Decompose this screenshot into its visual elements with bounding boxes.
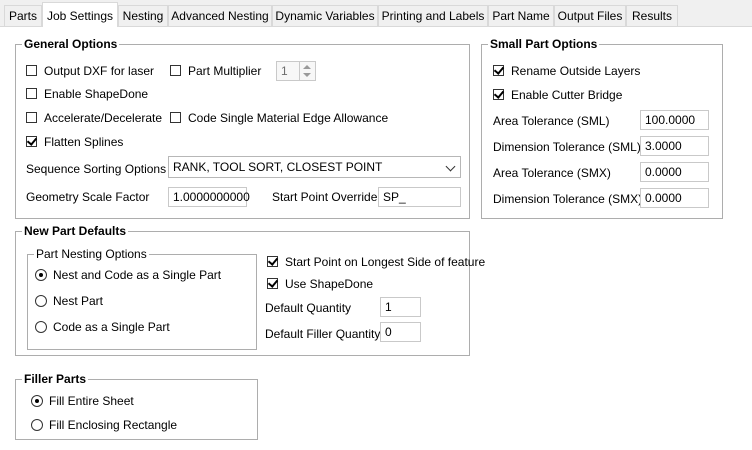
- nest-part-label: Nest Part: [53, 294, 104, 308]
- geometry-scale-label: Geometry Scale Factor: [26, 190, 150, 204]
- nest-and-code-single-label: Nest and Code as a Single Part: [53, 268, 222, 282]
- tab-dynamic-variables[interactable]: Dynamic Variables: [272, 5, 378, 26]
- checkbox-box: [170, 112, 181, 123]
- default-quantity-value: 1: [385, 300, 392, 314]
- radio-dot-icon: [35, 399, 39, 403]
- default-filler-quantity-value: 0: [385, 325, 392, 339]
- sequence-sorting-label: Sequence Sorting Options: [26, 162, 167, 176]
- checkbox-box: [267, 277, 279, 289]
- stepper-arrows-icon[interactable]: [299, 62, 315, 80]
- dimension-tolerance-sml-input[interactable]: 3.0000: [640, 136, 709, 156]
- default-filler-quantity-label: Default Filler Quantity: [265, 327, 381, 341]
- area-tolerance-smx-label: Area Tolerance (SMX): [493, 166, 611, 180]
- geometry-scale-input[interactable]: 1.0000000000: [168, 187, 250, 207]
- tab-advanced-nesting[interactable]: Advanced Nesting: [168, 5, 272, 26]
- checkbox-box: [170, 65, 181, 76]
- tab-job-settings[interactable]: Job Settings: [42, 2, 118, 27]
- dimension-tolerance-sml-value: 3.0000: [645, 139, 682, 153]
- start-point-override-label: Start Point Override: [272, 190, 378, 204]
- tab-output-files[interactable]: Output Files: [554, 5, 626, 26]
- area-tolerance-sml-input[interactable]: 100.0000: [640, 110, 709, 130]
- checkbox-box: [26, 88, 37, 99]
- checkbox-box: [26, 135, 38, 147]
- fill-entire-sheet-label: Fill Entire Sheet: [49, 394, 134, 408]
- part-multiplier-stepper[interactable]: 1: [276, 61, 316, 81]
- dimension-tolerance-smx-input[interactable]: 0.0000: [640, 188, 709, 208]
- checkbox-box: [26, 65, 37, 76]
- small-part-options-title: Small Part Options: [488, 37, 600, 51]
- default-filler-quantity-input[interactable]: 0: [380, 322, 421, 342]
- code-single-part-label: Code as a Single Part: [53, 320, 170, 334]
- tab-part-name[interactable]: Part Name: [488, 5, 554, 26]
- dimension-tolerance-smx-value: 0.0000: [645, 191, 682, 205]
- enable-cutter-bridge-label: Enable Cutter Bridge: [511, 88, 623, 102]
- area-tolerance-smx-input[interactable]: 0.0000: [640, 162, 709, 182]
- flatten-splines-label: Flatten Splines: [44, 135, 124, 149]
- start-point-override-value: SP_: [383, 190, 406, 204]
- check-mark-icon: [493, 64, 505, 75]
- radio-circle: [35, 321, 47, 333]
- start-point-override-input[interactable]: SP_: [378, 187, 461, 207]
- tab-strip: Parts Job Settings Nesting Advanced Nest…: [0, 0, 752, 27]
- rename-outside-layers-label: Rename Outside Layers: [511, 64, 641, 78]
- chevron-down-icon: [445, 161, 456, 172]
- default-quantity-label: Default Quantity: [265, 301, 352, 315]
- check-mark-icon: [493, 88, 505, 99]
- part-multiplier-value: 1: [281, 64, 288, 78]
- check-mark-icon: [267, 277, 279, 288]
- tab-printing-and-labels[interactable]: Printing and Labels: [378, 5, 488, 26]
- sequence-sorting-select[interactable]: RANK, TOOL SORT, CLOSEST POINT: [168, 156, 461, 178]
- radio-circle: [31, 395, 43, 407]
- output-dxf-label: Output DXF for laser: [44, 64, 155, 78]
- radio-circle: [35, 269, 47, 281]
- area-tolerance-smx-value: 0.0000: [645, 165, 682, 179]
- code-single-material-label: Code Single Material Edge Allowance: [188, 111, 389, 125]
- checkbox-box: [493, 88, 505, 100]
- dimension-tolerance-smx-label: Dimension Tolerance (SMX): [493, 192, 643, 206]
- use-shapedone-label: Use ShapeDone: [285, 277, 374, 291]
- radio-circle: [31, 419, 43, 431]
- sequence-sorting-value: RANK, TOOL SORT, CLOSEST POINT: [173, 160, 383, 174]
- area-tolerance-sml-label: Area Tolerance (SML): [493, 114, 610, 128]
- dimension-tolerance-sml-label: Dimension Tolerance (SML): [493, 140, 641, 154]
- radio-dot-icon: [39, 273, 43, 277]
- area-tolerance-sml-value: 100.0000: [645, 113, 696, 127]
- filler-parts-title: Filler Parts: [22, 372, 89, 386]
- start-point-longest-side-label: Start Point on Longest Side of feature: [285, 255, 486, 269]
- part-nesting-options-title: Part Nesting Options: [34, 247, 149, 261]
- accelerate-decelerate-label: Accelerate/Decelerate: [44, 111, 163, 125]
- checkbox-box: [493, 64, 505, 76]
- tab-parts[interactable]: Parts: [4, 5, 42, 26]
- new-part-defaults-title: New Part Defaults: [22, 224, 129, 238]
- checkbox-box: [26, 112, 37, 123]
- fill-enclosing-rectangle-label: Fill Enclosing Rectangle: [49, 418, 178, 432]
- default-quantity-input[interactable]: 1: [380, 297, 421, 317]
- checkbox-box: [267, 255, 279, 267]
- tab-nesting[interactable]: Nesting: [118, 5, 168, 26]
- check-mark-icon: [26, 135, 38, 146]
- geometry-scale-value: 1.0000000000: [173, 190, 250, 204]
- part-multiplier-label: Part Multiplier: [188, 64, 262, 78]
- enable-shapedone-label: Enable ShapeDone: [44, 87, 149, 101]
- general-options-title: General Options: [22, 37, 120, 51]
- check-mark-icon: [267, 255, 279, 266]
- radio-circle: [35, 295, 47, 307]
- tab-results[interactable]: Results: [626, 5, 678, 26]
